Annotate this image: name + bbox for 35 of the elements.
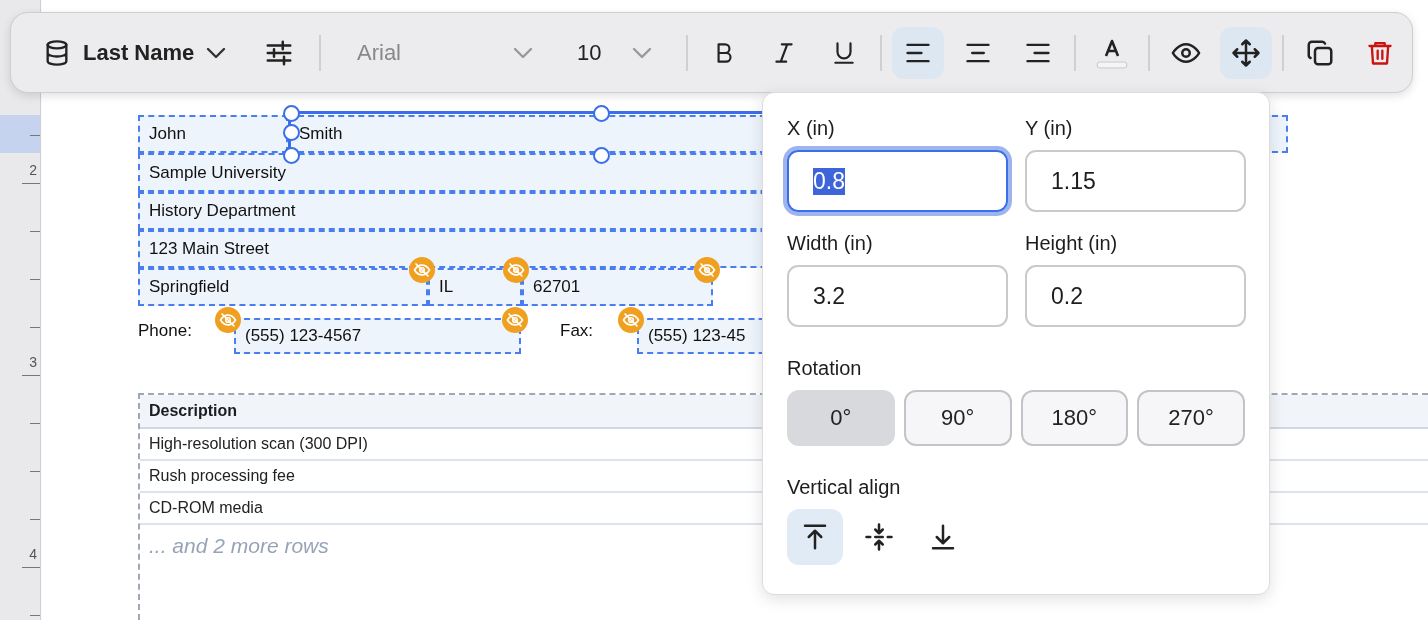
text-field[interactable]: Springfield <box>138 268 428 306</box>
more-rows-note: ... and 2 more rows <box>148 533 329 558</box>
chevron-down-icon <box>632 46 652 59</box>
input-label: Height (in) <box>1025 232 1119 255</box>
text-field[interactable]: (555) 123-4567 <box>234 318 521 354</box>
number-field[interactable]: 3.2 <box>787 265 1008 327</box>
align-middle-icon <box>864 522 894 552</box>
text-field[interactable]: IL <box>428 268 522 306</box>
align-top-button[interactable] <box>787 509 843 565</box>
input-label: X (in) <box>787 117 836 140</box>
chevron-down-icon <box>513 46 533 59</box>
rotation-button[interactable]: 90° <box>903 390 1012 446</box>
number-field[interactable]: 0.2 <box>1025 265 1246 327</box>
input-label: Width (in) <box>787 232 874 255</box>
ruler-number: 4 <box>29 546 37 562</box>
move-button[interactable] <box>1220 26 1272 79</box>
ruler-number: 3 <box>29 354 37 370</box>
rotation-button[interactable]: 180° <box>1020 390 1129 446</box>
align-left-button[interactable] <box>892 26 944 79</box>
move-icon <box>1231 37 1261 68</box>
input-label: Y (in) <box>1025 117 1074 140</box>
number-field[interactable]: 1.15 <box>1025 150 1246 212</box>
field-label[interactable]: Fax: <box>560 318 637 354</box>
ruler-number: 2 <box>29 162 37 178</box>
chevron-down-icon <box>206 46 227 59</box>
font-size-dropdown[interactable]: 10 <box>577 39 652 66</box>
field-label[interactable]: Phone: <box>138 318 234 354</box>
rotation-button[interactable]: 0° <box>787 390 895 446</box>
ruler-highlight <box>0 115 40 153</box>
field-dropdown[interactable]: Last Name <box>33 28 253 77</box>
underline-icon <box>831 39 857 66</box>
text-field[interactable]: John <box>138 115 288 153</box>
section-label: Rotation <box>787 357 863 380</box>
rotation-button[interactable]: 270° <box>1137 390 1245 446</box>
text-field[interactable]: 62701 <box>522 268 713 306</box>
